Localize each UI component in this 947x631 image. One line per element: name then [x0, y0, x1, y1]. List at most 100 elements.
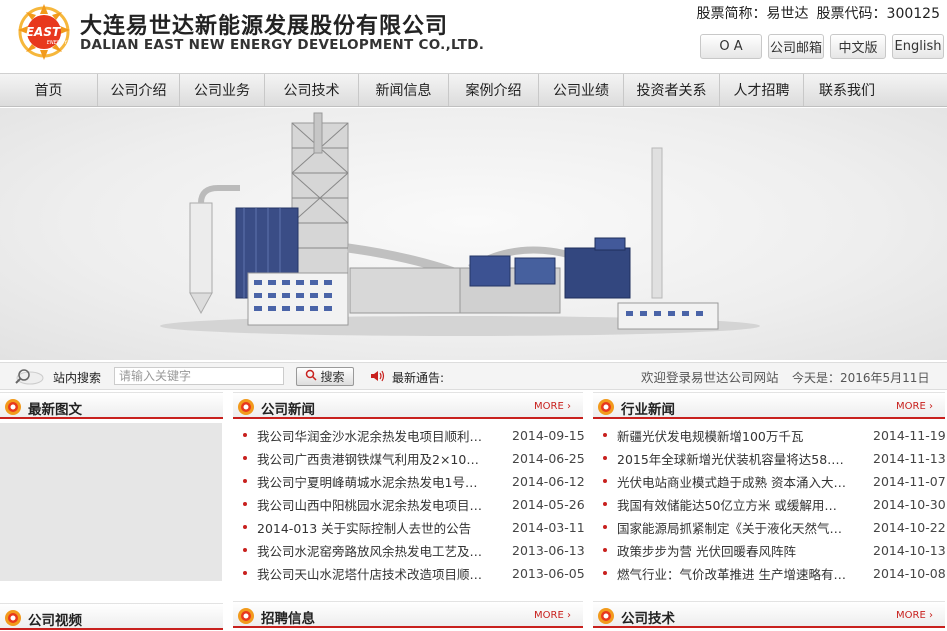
news-title[interactable]: 燃气行业：气价改革推进 生产增速略有上升	[617, 564, 849, 583]
company-news-more-link[interactable]: MORE ›	[534, 401, 571, 412]
news-list-item[interactable]: 我公司水泥窑旁路放风余热发电工艺及装… 2013-06-13	[243, 540, 585, 560]
jobs-more-link[interactable]: MORE ›	[534, 610, 571, 621]
bullet-icon	[603, 433, 607, 437]
news-title[interactable]: 2015年全球新增光伏装机容量将达58.3GW	[617, 449, 849, 468]
nav-cases[interactable]: 案例介绍	[449, 74, 539, 106]
power-plant-illustration	[160, 112, 760, 336]
search-input[interactable]	[114, 367, 284, 385]
bullet-icon	[243, 525, 247, 529]
chinese-version-button[interactable]: 中文版	[830, 34, 886, 59]
news-list-item[interactable]: 国家能源局抓紧制定《关于液化天然气燃… 2014-10-22	[603, 517, 946, 537]
bullet-icon	[243, 502, 247, 506]
news-list-item[interactable]: 2015年全球新增光伏装机容量将达58.3GW 2014-11-13	[603, 448, 946, 468]
stock-name: 股票简称：易世达	[696, 6, 809, 22]
news-date: 2014-06-25	[512, 450, 585, 466]
news-title[interactable]: 光伏电站商业模式趋于成熟 资本涌入大势…	[617, 472, 849, 491]
oa-button[interactable]: O A	[700, 34, 762, 59]
sun-icon	[597, 607, 615, 629]
news-title[interactable]: 我公司宁夏明峰萌城水泥余热发电1号线顺…	[257, 472, 485, 491]
video-panel-header: 公司视频	[0, 603, 223, 630]
today-date: 今天是：2016年5月11日	[792, 371, 930, 385]
company-news-list: 我公司华润金沙水泥余热发电项目顺利实… 2014-09-15 我公司广西贵港钢铁煤气…	[243, 425, 585, 585]
news-list-item[interactable]: 政策步步为营 光伏回暖春风阵阵 2014-10-13	[603, 540, 946, 560]
nav-contact[interactable]: 联系我们	[804, 74, 890, 106]
svg-text:ENERGY: ENERGY	[47, 40, 68, 46]
tech-more-link[interactable]: MORE ›	[896, 610, 933, 621]
news-list-item[interactable]: 新疆光伏发电规模新增100万千瓦 2014-11-19	[603, 425, 946, 445]
news-list-item[interactable]: 光伏电站商业模式趋于成熟 资本涌入大势… 2014-11-07	[603, 471, 946, 491]
search-button[interactable]: 搜索	[296, 367, 354, 386]
news-list-item[interactable]: 我公司天山水泥塔什店技术改造项目顺利… 2013-06-05	[243, 563, 585, 583]
bullet-icon	[243, 433, 247, 437]
news-title[interactable]: 我公司水泥窑旁路放风余热发电工艺及装…	[257, 541, 485, 560]
bullet-icon	[243, 479, 247, 483]
header: EAST ENERGY 大连易世达新能源发展股份有限公司 DALIAN EAST…	[0, 0, 947, 72]
stock-code: 股票代码：300125	[816, 6, 940, 22]
company-news-header: 公司新闻 MORE ›	[233, 392, 583, 419]
sun-icon	[597, 398, 615, 420]
news-title[interactable]: 我公司天山水泥塔什店技术改造项目顺利…	[257, 564, 485, 583]
nav-careers[interactable]: 人才招聘	[720, 74, 804, 106]
top-buttons: O A 公司邮箱 中文版 English	[700, 34, 944, 59]
sun-icon	[4, 398, 22, 420]
nav-about[interactable]: 公司介绍	[98, 74, 180, 106]
nav-investors[interactable]: 投资者关系	[624, 74, 720, 106]
nav-home[interactable]: 首页	[0, 74, 98, 106]
bullet-icon	[603, 548, 607, 552]
news-title[interactable]: 2014-013 关于实际控制人去世的公告	[257, 518, 471, 537]
news-date: 2014-05-26	[512, 496, 585, 512]
nav-performance[interactable]: 公司业绩	[539, 74, 624, 106]
news-title[interactable]: 我公司山西中阳桃园水泥余热发电项目顺…	[257, 495, 485, 514]
news-list-item[interactable]: 我公司山西中阳桃园水泥余热发电项目顺… 2014-05-26	[243, 494, 585, 514]
industry-news-title: 行业新闻	[621, 402, 675, 418]
news-title[interactable]: 我国有效储能达50亿立方米 或缓解用气紧张	[617, 495, 849, 514]
photos-image-placeholder[interactable]	[0, 423, 222, 581]
news-date: 2014-06-12	[512, 473, 585, 489]
news-list-item[interactable]: 燃气行业：气价改革推进 生产增速略有上升 2014-10-08	[603, 563, 946, 583]
bullet-icon	[603, 456, 607, 460]
news-title[interactable]: 新疆光伏发电规模新增100万千瓦	[617, 426, 803, 445]
svg-text:EAST: EAST	[26, 25, 61, 39]
bullet-icon	[243, 456, 247, 460]
news-title[interactable]: 我公司广西贵港钢铁煤气利用及2×108㎡…	[257, 449, 485, 468]
news-list-item[interactable]: 我公司华润金沙水泥余热发电项目顺利实… 2014-09-15	[243, 425, 585, 445]
tech-panel-title: 公司技术	[621, 611, 675, 627]
jobs-panel-header: 招聘信息 MORE ›	[233, 601, 583, 628]
news-date: 2014-10-08	[873, 565, 946, 581]
english-button[interactable]: English	[892, 34, 944, 59]
jobs-panel-title: 招聘信息	[261, 611, 315, 627]
company-name-en: DALIAN EAST NEW ENERGY DEVELOPMENT CO.,L…	[80, 37, 485, 53]
sun-icon	[237, 607, 255, 629]
tech-panel-header: 公司技术 MORE ›	[593, 601, 945, 628]
news-list-item[interactable]: 我公司宁夏明峰萌城水泥余热发电1号线顺… 2014-06-12	[243, 471, 585, 491]
sun-icon	[237, 398, 255, 420]
bullet-icon	[603, 525, 607, 529]
news-date: 2014-03-11	[512, 519, 585, 535]
page: EAST ENERGY 大连易世达新能源发展股份有限公司 DALIAN EAST…	[0, 0, 947, 631]
search-label: 站内搜索	[53, 371, 102, 385]
news-title[interactable]: 政策步步为营 光伏回暖春风阵阵	[617, 541, 796, 560]
news-list-item[interactable]: 我公司广西贵港钢铁煤气利用及2×108㎡… 2014-06-25	[243, 448, 585, 468]
speaker-icon	[370, 369, 386, 386]
nav-news[interactable]: 新闻信息	[359, 74, 449, 106]
bullet-icon	[243, 571, 247, 575]
welcome-text: 欢迎登录易世达公司网站	[641, 370, 779, 385]
industry-news-more-link[interactable]: MORE ›	[896, 401, 933, 412]
search-bar: 站内搜索 搜索 最新通告: 欢迎登录易世达公司网站 今天是：2016年5月11日	[0, 362, 947, 390]
news-title[interactable]: 国家能源局抓紧制定《关于液化天然气燃…	[617, 518, 849, 537]
main-nav: 首页 公司介绍 公司业务 公司技术 新闻信息 案例介绍 公司业绩 投资者关系 人…	[0, 73, 947, 107]
industry-news-header: 行业新闻 MORE ›	[593, 392, 945, 419]
company-name-cn: 大连易世达新能源发展股份有限公司	[80, 14, 449, 39]
nav-business[interactable]: 公司业务	[180, 74, 265, 106]
nav-technology[interactable]: 公司技术	[265, 74, 359, 106]
search-button-label: 搜索	[320, 370, 345, 384]
bullet-icon	[243, 548, 247, 552]
news-date: 2014-10-13	[873, 542, 946, 558]
company-mail-button[interactable]: 公司邮箱	[768, 34, 824, 59]
news-date: 2014-11-13	[873, 450, 946, 466]
company-logo[interactable]: EAST ENERGY	[12, 2, 76, 60]
news-date: 2014-10-30	[873, 496, 946, 512]
news-list-item[interactable]: 我国有效储能达50亿立方米 或缓解用气紧张 2014-10-30	[603, 494, 946, 514]
news-list-item[interactable]: 2014-013 关于实际控制人去世的公告 2014-03-11	[243, 517, 585, 537]
news-title[interactable]: 我公司华润金沙水泥余热发电项目顺利实…	[257, 426, 485, 445]
